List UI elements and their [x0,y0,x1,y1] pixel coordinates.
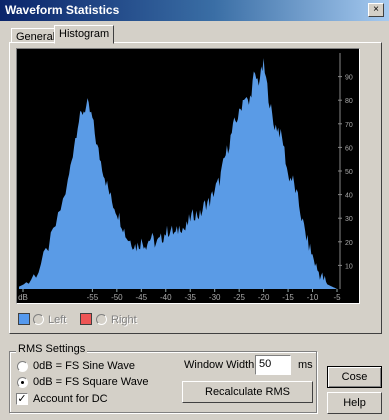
close-button[interactable]: Cose [327,366,382,388]
x-tick-label: -50 [111,293,123,302]
y-tick-label: 70 [345,122,353,129]
histogram-plot: dB -55 -50 -45 -40 -35 -30 -25 -20 -15 -10 -5 10 20 30… [16,48,360,304]
right-channel-swatch [80,313,92,325]
account-dc-checkbox[interactable]: ✓ [16,393,28,405]
x-tick-label: -35 [184,293,196,302]
x-tick-label: dB [18,293,28,302]
sine-wave-radio[interactable] [17,361,28,372]
window-width-value: 50 [259,358,272,370]
x-tick-label: -45 [136,293,148,302]
square-wave-label: 0dB = FS Square Wave [33,376,149,388]
tab-general[interactable]: General [11,28,61,43]
tab-histogram-label: Histogram [59,28,110,40]
tab-histogram[interactable]: Histogram [54,25,115,44]
y-tick-label: 60 [345,145,353,152]
x-tick-label: -25 [233,293,245,302]
x-tick-label: -30 [209,293,221,302]
checkmark-icon: ✓ [17,393,27,405]
left-channel-label: Left [48,314,67,326]
y-tick-label: 30 [345,216,353,223]
left-channel-swatch [18,313,30,325]
y-tick-label: 80 [345,98,353,105]
rms-settings-title: RMS Settings [16,343,88,355]
recalculate-rms-button[interactable]: Recalculate RMS [182,381,313,403]
histogram-area [19,58,337,289]
account-dc-label: Account for DC [33,393,108,405]
sine-wave-label: 0dB = FS Sine Wave [33,360,136,372]
x-tick-label: -40 [160,293,172,302]
close-icon: × [373,4,379,15]
x-tick-label: -10 [307,293,319,302]
right-channel-radio[interactable] [96,314,107,325]
window-title: Waveform Statistics [5,3,120,17]
y-tick-label: 90 [345,75,353,82]
y-tick-label: 10 [345,263,353,270]
x-tick-label: -15 [282,293,294,302]
help-button[interactable]: Help [327,392,382,414]
x-tick-label: -20 [258,293,270,302]
x-tick-label: -5 [333,293,341,302]
square-wave-radio[interactable] [17,377,28,388]
y-tick-label: 20 [345,240,353,247]
close-button-label: Cose [341,371,368,383]
y-tick-label: 50 [345,169,353,176]
window-width-unit: ms [298,359,313,371]
y-tick-label: 40 [345,193,353,200]
left-channel-radio[interactable] [33,314,44,325]
right-channel-label: Right [111,314,137,326]
help-button-label: Help [343,397,366,409]
histogram-chart: dB -55 -50 -45 -40 -35 -30 -25 -20 -15 -10 -5 10 20 30… [18,53,353,302]
recalculate-rms-label: Recalculate RMS [205,386,290,398]
title-bar: Waveform Statistics × [0,0,389,21]
x-tick-label: -55 [87,293,99,302]
window-width-input[interactable]: 50 [255,355,291,375]
window-width-label: Window Width: [184,359,258,371]
close-window-button[interactable]: × [368,3,384,17]
radio-selected-dot [21,381,24,384]
